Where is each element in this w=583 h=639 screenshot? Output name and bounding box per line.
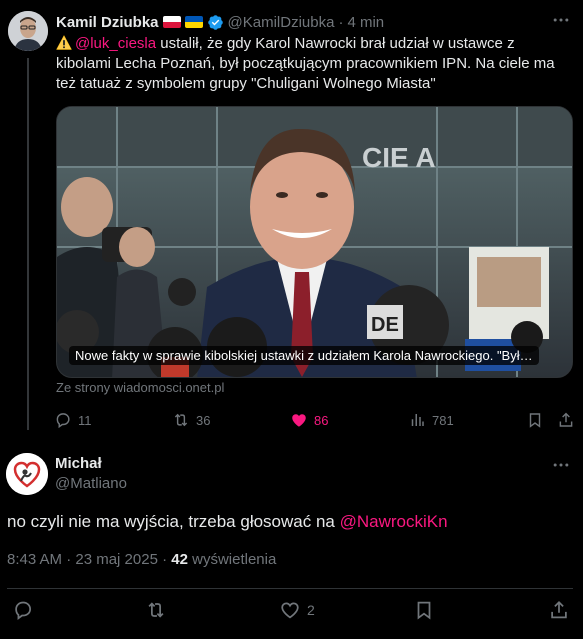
like-button[interactable]: 86 <box>290 411 328 429</box>
author-handle[interactable]: @KamilDziubka <box>228 14 335 31</box>
svg-text:CIE A: CIE A <box>362 142 436 173</box>
views-count: 781 <box>432 412 454 428</box>
bookmark-icon <box>417 601 431 620</box>
bookmark-button[interactable] <box>413 599 435 621</box>
like-count: 86 <box>314 412 329 428</box>
avatar-michal[interactable] <box>6 453 48 495</box>
separator-dot: · <box>338 13 344 31</box>
like-button[interactable]: 2 <box>279 599 315 621</box>
link-card[interactable]: CIE A DE Nowe fakty w sprawie kibolskiej… <box>56 106 573 378</box>
thread-line <box>27 58 29 430</box>
views-icon <box>411 414 424 426</box>
svg-text:DE: DE <box>371 314 399 336</box>
reply-count: 11 <box>78 412 92 428</box>
article-photo: CIE A DE <box>57 107 572 377</box>
share-icon <box>559 412 573 427</box>
reply-author-name[interactable]: Michał <box>55 455 102 472</box>
like-icon <box>281 602 299 619</box>
card-source[interactable]: Ze strony wiadomosci.onet.pl <box>56 380 224 395</box>
reply-icon <box>15 601 32 620</box>
repost-count: 36 <box>196 412 211 428</box>
divider <box>7 588 573 589</box>
reply-button[interactable]: 11 <box>54 411 92 429</box>
tweet-header: Kamil Dziubka @KamilDziubka · 4 min <box>56 12 384 32</box>
card-caption: Nowe fakty w sprawie kibolskiej ustawki … <box>69 346 539 365</box>
reply-like-count: 2 <box>307 602 315 618</box>
reply-button[interactable] <box>12 599 34 621</box>
repost-button[interactable]: 36 <box>172 411 210 429</box>
tweet-text: @luk_ciesla ustalił, że gdy Karol Nawroc… <box>56 34 572 94</box>
repost-icon <box>174 413 188 427</box>
share-icon <box>551 600 567 619</box>
reply-meta: 8:43 AM · 23 maj 2025 · 42 wyświetlenia <box>7 551 276 568</box>
warning-icon <box>56 35 72 50</box>
bookmark-icon <box>529 413 541 428</box>
verified-badge-icon <box>207 14 223 30</box>
views-button[interactable]: 781 <box>408 411 454 429</box>
reply-timestamp[interactable]: 8:43 AM · 23 maj 2025 · <box>7 551 171 568</box>
ukraine-flag-icon <box>184 16 203 28</box>
bookmark-button[interactable] <box>526 411 544 429</box>
reply-icon <box>56 413 70 429</box>
timestamp[interactable]: 4 min <box>347 14 384 31</box>
repost-icon <box>148 602 164 618</box>
reply-body: no czyli nie ma wyjścia, trzeba głosować… <box>7 512 340 531</box>
mention-link[interactable]: @luk_ciesla <box>75 35 156 52</box>
avatar-kamil[interactable] <box>8 11 48 51</box>
reply-actions: 2 <box>8 599 574 621</box>
reply-text: no czyli nie ma wyjścia, trzeba głosować… <box>7 512 448 532</box>
more-icon[interactable] <box>551 455 571 475</box>
tweet-actions: 11 36 86 781 <box>54 411 574 431</box>
reply-author-handle[interactable]: @Matliano <box>55 475 127 492</box>
repost-button[interactable] <box>145 599 167 621</box>
reply-views-count: 42 <box>171 551 188 568</box>
more-icon[interactable] <box>551 10 571 30</box>
author-name[interactable]: Kamil Dziubka <box>56 14 159 31</box>
share-button[interactable] <box>557 411 575 429</box>
poland-flag-icon <box>162 16 181 28</box>
share-button[interactable] <box>548 599 570 621</box>
reply-mention-link[interactable]: @NawrockiKn <box>340 512 448 531</box>
reply-views-label: wyświetlenia <box>187 551 277 568</box>
like-icon <box>292 414 306 427</box>
